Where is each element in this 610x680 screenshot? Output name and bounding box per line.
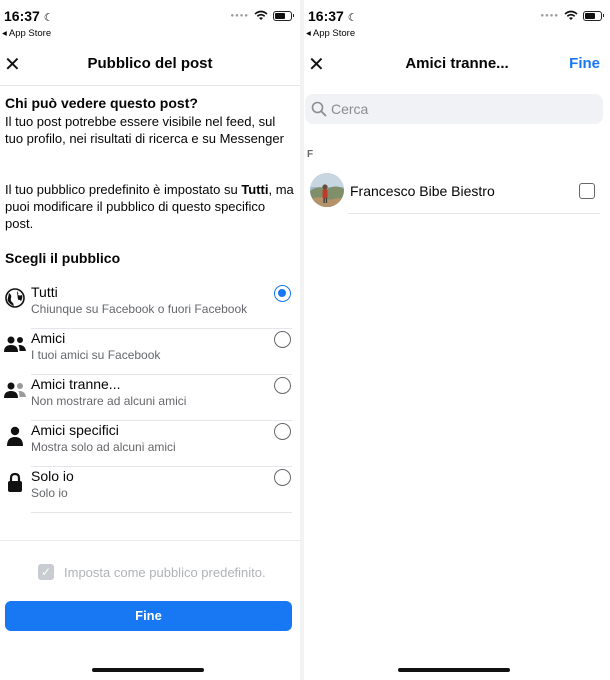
radio-selected[interactable] (274, 285, 291, 302)
signal-icon: ●●●● (230, 12, 249, 19)
question-title: Chi può vedere questo post? (5, 95, 198, 111)
divider (0, 85, 300, 86)
option-label: Amici (31, 330, 66, 346)
search-icon (311, 101, 327, 117)
status-time: 16:37 ☾ (308, 8, 358, 24)
wifi-icon (254, 10, 268, 20)
status-time: 16:37 ☾ (4, 8, 54, 24)
audience-option-specific-friends[interactable]: Amici specifici Mostra solo ad alcuni am… (0, 421, 300, 467)
audience-option-everyone[interactable]: Tutti Chiunque su Facebook o fuori Faceb… (0, 283, 300, 329)
signal-icon: ●●●● (540, 12, 559, 19)
search-placeholder: Cerca (331, 101, 369, 117)
audience-screen: 16:37 ☾ ◂ App Store ●●●● ✕ Pubblico del … (0, 0, 300, 680)
home-indicator[interactable] (92, 668, 204, 672)
globe-icon (4, 287, 26, 309)
search-input[interactable]: Cerca (305, 94, 603, 124)
radio-unselected[interactable] (274, 469, 291, 486)
friend-checkbox[interactable] (579, 183, 595, 199)
page-title: Pubblico del post (87, 55, 213, 72)
battery-icon (583, 10, 604, 21)
back-to-app-store[interactable]: ◂ App Store (306, 28, 355, 39)
option-description: I tuoi amici su Facebook (31, 348, 161, 362)
divider (0, 540, 300, 541)
nav-bar: ✕ Amici tranne... Fine (304, 48, 610, 82)
status-icons: ●●●● (540, 10, 604, 21)
question-description: Il tuo post potrebbe essere visibile nel… (5, 114, 284, 146)
page-title: Amici tranne... (405, 55, 509, 72)
default-audience-note: Il tuo pubblico predefinito è impostato … (5, 182, 294, 231)
option-description: Chiunque su Facebook o fuori Facebook (31, 302, 248, 316)
person-icon (4, 425, 26, 447)
option-label: Tutti (31, 284, 58, 300)
friend-row[interactable]: Francesco Bibe Biestro (304, 170, 610, 214)
wifi-icon (564, 10, 578, 20)
option-label: Amici specifici (31, 422, 119, 438)
set-default-row[interactable]: ✓ Imposta come pubblico predefinito. (38, 564, 266, 580)
option-description: Solo io (31, 486, 68, 500)
set-default-checkbox[interactable]: ✓ (38, 564, 54, 580)
choose-audience-title: Scegli il pubblico (5, 250, 121, 266)
option-description: Non mostrare ad alcuni amici (31, 394, 187, 408)
section-letter: F (307, 149, 314, 160)
option-label: Solo io (31, 468, 74, 484)
friends-icon (4, 333, 26, 355)
friends-except-icon (4, 379, 26, 401)
option-label: Amici tranne... (31, 376, 121, 392)
set-default-label: Imposta come pubblico predefinito. (64, 564, 266, 580)
lock-icon (4, 471, 26, 493)
radio-unselected[interactable] (274, 377, 291, 394)
status-icons: ●●●● (230, 10, 294, 21)
divider (31, 512, 292, 513)
battery-icon (273, 10, 294, 21)
status-bar: 16:37 ☾ ◂ App Store ●●●● (306, 8, 604, 42)
home-indicator[interactable] (398, 668, 510, 672)
nav-bar: ✕ Pubblico del post (0, 48, 300, 82)
audience-option-friends[interactable]: Amici I tuoi amici su Facebook (0, 329, 300, 375)
friend-name: Francesco Bibe Biestro (350, 183, 495, 199)
divider (348, 213, 600, 214)
done-button[interactable]: Fine (5, 601, 292, 631)
avatar (310, 173, 344, 207)
back-to-app-store[interactable]: ◂ App Store (2, 28, 51, 39)
status-bar: 16:37 ☾ ◂ App Store ●●●● (2, 8, 294, 42)
friends-except-screen: 16:37 ☾ ◂ App Store ●●●● ✕ Amici tranne.… (304, 0, 610, 680)
audience-option-friends-except[interactable]: Amici tranne... Non mostrare ad alcuni a… (0, 375, 300, 421)
radio-unselected[interactable] (274, 331, 291, 348)
radio-unselected[interactable] (274, 423, 291, 440)
option-description: Mostra solo ad alcuni amici (31, 440, 176, 454)
done-button[interactable]: Fine (569, 55, 600, 72)
audience-option-only-me[interactable]: Solo io Solo io (0, 467, 300, 513)
